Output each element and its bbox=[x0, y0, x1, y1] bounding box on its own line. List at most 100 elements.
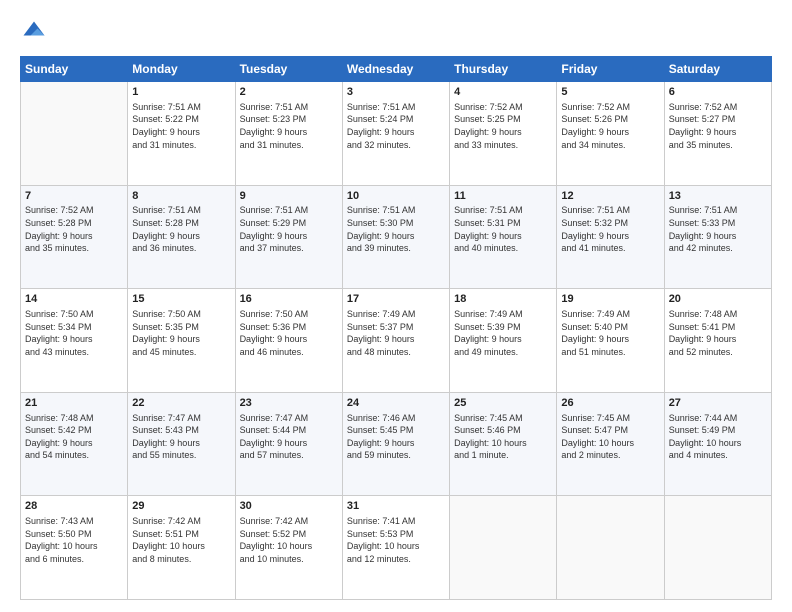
day-info: Sunrise: 7:48 AM Sunset: 5:41 PM Dayligh… bbox=[669, 308, 767, 358]
calendar-cell: 7Sunrise: 7:52 AM Sunset: 5:28 PM Daylig… bbox=[21, 185, 128, 289]
calendar-cell: 20Sunrise: 7:48 AM Sunset: 5:41 PM Dayli… bbox=[664, 289, 771, 393]
calendar-cell bbox=[450, 496, 557, 600]
calendar-cell bbox=[557, 496, 664, 600]
day-info: Sunrise: 7:46 AM Sunset: 5:45 PM Dayligh… bbox=[347, 412, 445, 462]
day-number: 19 bbox=[561, 292, 659, 307]
day-info: Sunrise: 7:50 AM Sunset: 5:36 PM Dayligh… bbox=[240, 308, 338, 358]
day-number: 7 bbox=[25, 189, 123, 204]
day-info: Sunrise: 7:49 AM Sunset: 5:39 PM Dayligh… bbox=[454, 308, 552, 358]
calendar-cell: 15Sunrise: 7:50 AM Sunset: 5:35 PM Dayli… bbox=[128, 289, 235, 393]
day-number: 25 bbox=[454, 396, 552, 411]
day-info: Sunrise: 7:47 AM Sunset: 5:43 PM Dayligh… bbox=[132, 412, 230, 462]
calendar-cell: 22Sunrise: 7:47 AM Sunset: 5:43 PM Dayli… bbox=[128, 392, 235, 496]
calendar-cell: 31Sunrise: 7:41 AM Sunset: 5:53 PM Dayli… bbox=[342, 496, 449, 600]
day-number: 16 bbox=[240, 292, 338, 307]
calendar-cell: 23Sunrise: 7:47 AM Sunset: 5:44 PM Dayli… bbox=[235, 392, 342, 496]
day-number: 24 bbox=[347, 396, 445, 411]
day-info: Sunrise: 7:42 AM Sunset: 5:51 PM Dayligh… bbox=[132, 515, 230, 565]
day-number: 31 bbox=[347, 499, 445, 514]
day-number: 2 bbox=[240, 85, 338, 100]
calendar-cell: 24Sunrise: 7:46 AM Sunset: 5:45 PM Dayli… bbox=[342, 392, 449, 496]
calendar-cell: 6Sunrise: 7:52 AM Sunset: 5:27 PM Daylig… bbox=[664, 82, 771, 186]
week-row-2: 7Sunrise: 7:52 AM Sunset: 5:28 PM Daylig… bbox=[21, 185, 772, 289]
day-info: Sunrise: 7:48 AM Sunset: 5:42 PM Dayligh… bbox=[25, 412, 123, 462]
calendar-cell: 18Sunrise: 7:49 AM Sunset: 5:39 PM Dayli… bbox=[450, 289, 557, 393]
calendar-cell: 3Sunrise: 7:51 AM Sunset: 5:24 PM Daylig… bbox=[342, 82, 449, 186]
day-number: 5 bbox=[561, 85, 659, 100]
day-number: 23 bbox=[240, 396, 338, 411]
calendar-cell: 8Sunrise: 7:51 AM Sunset: 5:28 PM Daylig… bbox=[128, 185, 235, 289]
week-row-4: 21Sunrise: 7:48 AM Sunset: 5:42 PM Dayli… bbox=[21, 392, 772, 496]
calendar-cell: 12Sunrise: 7:51 AM Sunset: 5:32 PM Dayli… bbox=[557, 185, 664, 289]
day-info: Sunrise: 7:52 AM Sunset: 5:28 PM Dayligh… bbox=[25, 204, 123, 254]
calendar-cell: 27Sunrise: 7:44 AM Sunset: 5:49 PM Dayli… bbox=[664, 392, 771, 496]
day-number: 9 bbox=[240, 189, 338, 204]
weekday-header-row: SundayMondayTuesdayWednesdayThursdayFrid… bbox=[21, 57, 772, 82]
calendar-table: SundayMondayTuesdayWednesdayThursdayFrid… bbox=[20, 56, 772, 600]
day-info: Sunrise: 7:51 AM Sunset: 5:24 PM Dayligh… bbox=[347, 101, 445, 151]
calendar-cell: 19Sunrise: 7:49 AM Sunset: 5:40 PM Dayli… bbox=[557, 289, 664, 393]
header bbox=[20, 18, 772, 46]
day-info: Sunrise: 7:51 AM Sunset: 5:33 PM Dayligh… bbox=[669, 204, 767, 254]
day-number: 26 bbox=[561, 396, 659, 411]
calendar-cell: 4Sunrise: 7:52 AM Sunset: 5:25 PM Daylig… bbox=[450, 82, 557, 186]
day-info: Sunrise: 7:52 AM Sunset: 5:27 PM Dayligh… bbox=[669, 101, 767, 151]
calendar-cell: 26Sunrise: 7:45 AM Sunset: 5:47 PM Dayli… bbox=[557, 392, 664, 496]
day-number: 6 bbox=[669, 85, 767, 100]
week-row-5: 28Sunrise: 7:43 AM Sunset: 5:50 PM Dayli… bbox=[21, 496, 772, 600]
day-number: 1 bbox=[132, 85, 230, 100]
calendar-cell: 28Sunrise: 7:43 AM Sunset: 5:50 PM Dayli… bbox=[21, 496, 128, 600]
day-number: 11 bbox=[454, 189, 552, 204]
calendar-cell: 25Sunrise: 7:45 AM Sunset: 5:46 PM Dayli… bbox=[450, 392, 557, 496]
weekday-header-friday: Friday bbox=[557, 57, 664, 82]
calendar-cell bbox=[664, 496, 771, 600]
weekday-header-sunday: Sunday bbox=[21, 57, 128, 82]
day-info: Sunrise: 7:52 AM Sunset: 5:26 PM Dayligh… bbox=[561, 101, 659, 151]
weekday-header-tuesday: Tuesday bbox=[235, 57, 342, 82]
calendar-cell: 17Sunrise: 7:49 AM Sunset: 5:37 PM Dayli… bbox=[342, 289, 449, 393]
day-number: 15 bbox=[132, 292, 230, 307]
day-info: Sunrise: 7:45 AM Sunset: 5:47 PM Dayligh… bbox=[561, 412, 659, 462]
calendar-cell: 30Sunrise: 7:42 AM Sunset: 5:52 PM Dayli… bbox=[235, 496, 342, 600]
day-number: 8 bbox=[132, 189, 230, 204]
day-number: 21 bbox=[25, 396, 123, 411]
day-number: 28 bbox=[25, 499, 123, 514]
day-info: Sunrise: 7:50 AM Sunset: 5:34 PM Dayligh… bbox=[25, 308, 123, 358]
calendar-cell: 16Sunrise: 7:50 AM Sunset: 5:36 PM Dayli… bbox=[235, 289, 342, 393]
week-row-3: 14Sunrise: 7:50 AM Sunset: 5:34 PM Dayli… bbox=[21, 289, 772, 393]
day-number: 12 bbox=[561, 189, 659, 204]
day-number: 10 bbox=[347, 189, 445, 204]
day-info: Sunrise: 7:44 AM Sunset: 5:49 PM Dayligh… bbox=[669, 412, 767, 462]
calendar-cell: 21Sunrise: 7:48 AM Sunset: 5:42 PM Dayli… bbox=[21, 392, 128, 496]
day-info: Sunrise: 7:52 AM Sunset: 5:25 PM Dayligh… bbox=[454, 101, 552, 151]
logo bbox=[20, 18, 52, 46]
day-info: Sunrise: 7:47 AM Sunset: 5:44 PM Dayligh… bbox=[240, 412, 338, 462]
weekday-header-saturday: Saturday bbox=[664, 57, 771, 82]
calendar-cell bbox=[21, 82, 128, 186]
weekday-header-wednesday: Wednesday bbox=[342, 57, 449, 82]
day-info: Sunrise: 7:45 AM Sunset: 5:46 PM Dayligh… bbox=[454, 412, 552, 462]
page: SundayMondayTuesdayWednesdayThursdayFrid… bbox=[0, 0, 792, 612]
day-number: 17 bbox=[347, 292, 445, 307]
day-number: 27 bbox=[669, 396, 767, 411]
day-number: 4 bbox=[454, 85, 552, 100]
day-number: 3 bbox=[347, 85, 445, 100]
day-info: Sunrise: 7:51 AM Sunset: 5:29 PM Dayligh… bbox=[240, 204, 338, 254]
day-info: Sunrise: 7:43 AM Sunset: 5:50 PM Dayligh… bbox=[25, 515, 123, 565]
day-number: 13 bbox=[669, 189, 767, 204]
day-info: Sunrise: 7:51 AM Sunset: 5:31 PM Dayligh… bbox=[454, 204, 552, 254]
week-row-1: 1Sunrise: 7:51 AM Sunset: 5:22 PM Daylig… bbox=[21, 82, 772, 186]
calendar-cell: 14Sunrise: 7:50 AM Sunset: 5:34 PM Dayli… bbox=[21, 289, 128, 393]
day-number: 20 bbox=[669, 292, 767, 307]
day-info: Sunrise: 7:51 AM Sunset: 5:30 PM Dayligh… bbox=[347, 204, 445, 254]
day-info: Sunrise: 7:49 AM Sunset: 5:37 PM Dayligh… bbox=[347, 308, 445, 358]
calendar-cell: 5Sunrise: 7:52 AM Sunset: 5:26 PM Daylig… bbox=[557, 82, 664, 186]
calendar-cell: 1Sunrise: 7:51 AM Sunset: 5:22 PM Daylig… bbox=[128, 82, 235, 186]
calendar-cell: 29Sunrise: 7:42 AM Sunset: 5:51 PM Dayli… bbox=[128, 496, 235, 600]
day-info: Sunrise: 7:51 AM Sunset: 5:32 PM Dayligh… bbox=[561, 204, 659, 254]
calendar-cell: 13Sunrise: 7:51 AM Sunset: 5:33 PM Dayli… bbox=[664, 185, 771, 289]
day-number: 18 bbox=[454, 292, 552, 307]
logo-icon bbox=[20, 18, 48, 46]
day-info: Sunrise: 7:51 AM Sunset: 5:22 PM Dayligh… bbox=[132, 101, 230, 151]
day-info: Sunrise: 7:41 AM Sunset: 5:53 PM Dayligh… bbox=[347, 515, 445, 565]
